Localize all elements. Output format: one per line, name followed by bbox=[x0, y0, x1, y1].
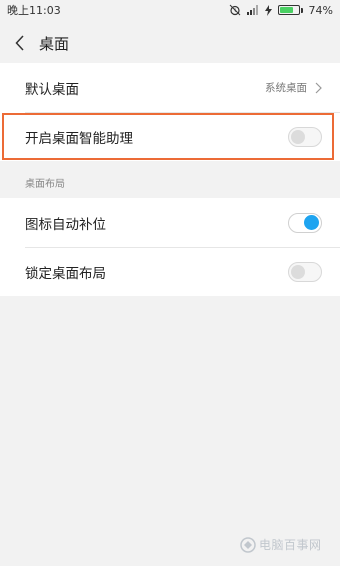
status-time: 晚上11:03 bbox=[7, 4, 61, 17]
page-title: 桌面 bbox=[39, 34, 70, 53]
default-desktop-value-wrap: 系统桌面 bbox=[265, 80, 322, 95]
smart-assistant-toggle[interactable] bbox=[288, 126, 322, 147]
back-button[interactable] bbox=[3, 20, 37, 66]
watermark: 电脑百事网 bbox=[240, 536, 322, 553]
watermark-text: 电脑百事网 bbox=[259, 538, 322, 552]
alarm-icon bbox=[229, 4, 241, 16]
status-bar: 晚上11:03 74% bbox=[0, 0, 340, 20]
icon-auto-fill-toggle[interactable] bbox=[288, 212, 322, 233]
signal-icon bbox=[246, 5, 259, 15]
battery-percent: 74% bbox=[308, 3, 333, 17]
smart-assistant-label: 开启桌面智能助理 bbox=[25, 130, 133, 147]
lock-layout-label: 锁定桌面布局 bbox=[25, 265, 106, 282]
default-desktop-label: 默认桌面 bbox=[25, 81, 79, 98]
default-desktop-value: 系统桌面 bbox=[265, 82, 307, 94]
charging-icon bbox=[264, 4, 272, 16]
general-settings-group: 默认桌面 系统桌面 开启桌面智能助理 bbox=[0, 63, 340, 161]
default-desktop-row[interactable]: 默认桌面 系统桌面 bbox=[0, 63, 340, 112]
desktop-layout-group: 图标自动补位 锁定桌面布局 bbox=[0, 198, 340, 296]
icon-auto-fill-label: 图标自动补位 bbox=[25, 216, 106, 233]
watermark-logo-icon bbox=[240, 536, 256, 553]
icon-auto-fill-row[interactable]: 图标自动补位 bbox=[0, 198, 340, 247]
status-icons: 74% bbox=[229, 4, 333, 17]
battery-level-fill bbox=[279, 7, 293, 13]
lock-layout-toggle[interactable] bbox=[288, 261, 322, 282]
section-title-desktop-layout: 桌面布局 bbox=[25, 179, 65, 190]
chevron-left-icon bbox=[15, 35, 24, 51]
header-bar: 桌面 bbox=[0, 20, 340, 66]
battery-icon bbox=[277, 5, 303, 15]
chevron-right-icon bbox=[315, 82, 322, 93]
settings-screen: 晚上11:03 74% 桌面 默认桌面 系统桌面 开启桌面智能助理 桌面布局 图… bbox=[0, 0, 340, 566]
lock-layout-row[interactable]: 锁定桌面布局 bbox=[0, 247, 340, 296]
smart-assistant-row[interactable]: 开启桌面智能助理 bbox=[0, 112, 340, 161]
